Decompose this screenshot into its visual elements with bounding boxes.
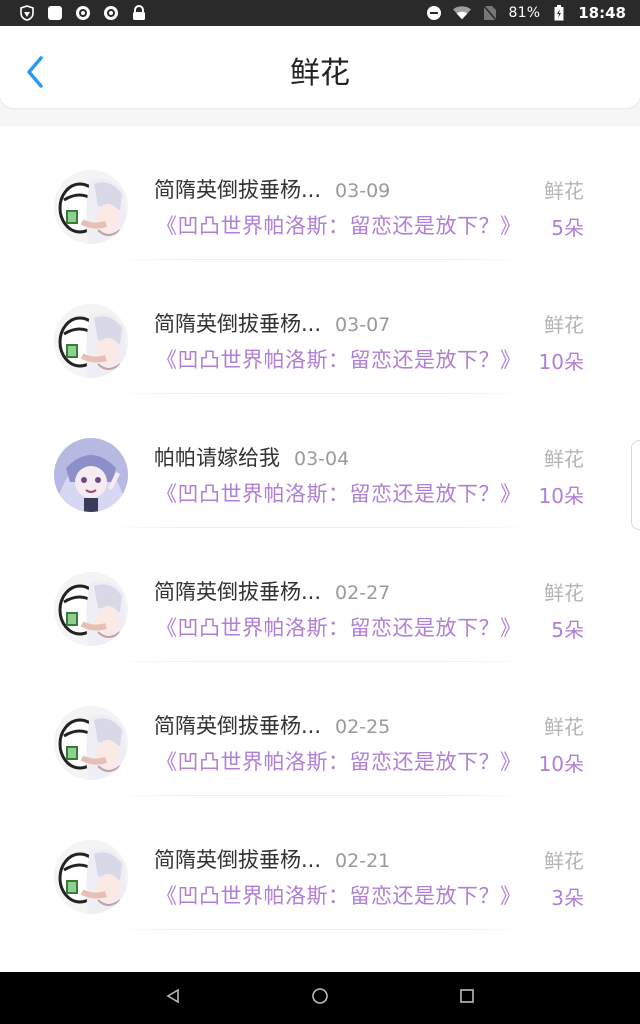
flower-count: 5朵 [551,216,584,240]
status-bar-right: 81% 18:48 [425,4,626,22]
flower-record-list: 简隋英倒拔垂杨... 03-09 鲜花 《凹凸世界帕洛斯：留恋还是放下？》 5朵 简隋英倒… [0,126,640,972]
send-date: 03-04 [294,448,350,470]
work-title-link[interactable]: 《凹凸世界帕洛斯：留恋还是放下？》 [156,612,522,642]
sender-name[interactable]: 简隋英倒拔垂杨... [154,178,321,202]
avatar[interactable] [54,170,128,244]
clock: 18:48 [578,4,626,22]
sender-name[interactable]: 简隋英倒拔垂杨... [154,312,321,336]
flower-count: 5朵 [551,618,584,642]
sender-name[interactable]: 简隋英倒拔垂杨... [154,848,321,872]
do-not-disturb-icon [425,4,443,22]
nav-back-button[interactable] [153,978,193,1018]
status-bar-left [18,4,148,22]
flower-count: 10朵 [538,484,584,508]
list-item[interactable]: 简隋英倒拔垂杨... 03-09 鲜花 《凹凸世界帕洛斯：留恋还是放下？》 5朵 [0,126,640,260]
sender-name[interactable]: 简隋英倒拔垂杨... [154,580,321,604]
avatar[interactable] [54,304,128,378]
flower-count: 10朵 [538,350,584,374]
divider [110,929,530,930]
gift-type: 鲜花 [544,313,584,337]
work-title-link[interactable]: 《凹凸世界帕洛斯：留恋还是放下？》 [156,880,522,910]
send-date: 03-07 [335,314,391,336]
avatar[interactable] [54,706,128,780]
sync-icon [102,4,120,22]
status-bar: 81% 18:48 [0,0,640,26]
wifi-icon [452,4,471,22]
sender-name-line: 简隋英倒拔垂杨... 03-07 [154,308,390,338]
nav-back-icon [165,988,181,1008]
gift-type: 鲜花 [544,715,584,739]
nav-recents-icon [459,988,475,1008]
sync-icon [74,4,92,22]
nav-home-icon [311,987,329,1009]
no-sim-icon [481,4,499,22]
avatar[interactable] [54,438,128,512]
flower-count: 3朵 [551,886,584,910]
list-item[interactable]: 简隋英倒拔垂杨... 02-21 鲜花 《凹凸世界帕洛斯：留恋还是放下？》 3朵 [0,796,640,930]
shield-icon [18,4,36,22]
side-drawer-handle[interactable] [631,440,640,530]
system-nav-bar [0,972,640,1024]
avatar[interactable] [54,840,128,914]
send-date: 02-21 [335,850,391,872]
avatar[interactable] [54,572,128,646]
send-date: 02-25 [335,716,391,738]
send-date: 03-09 [335,180,391,202]
list-item[interactable]: 简隋英倒拔垂杨... 03-07 鲜花 《凹凸世界帕洛斯：留恋还是放下？》 10朵 [0,260,640,394]
battery-percent: 81% [508,5,541,21]
sender-name[interactable]: 简隋英倒拔垂杨... [154,714,321,738]
work-title-link[interactable]: 《凹凸世界帕洛斯：留恋还是放下？》 [156,478,522,508]
sender-name-line: 简隋英倒拔垂杨... 02-27 [154,576,390,606]
flower-count: 10朵 [538,752,584,776]
send-date: 02-27 [335,582,391,604]
sender-name-line: 帕帕请嫁给我 03-04 [154,442,349,472]
list-item[interactable]: 简隋英倒拔垂杨... 02-27 鲜花 《凹凸世界帕洛斯：留恋还是放下？》 5朵 [0,528,640,662]
sender-name[interactable]: 帕帕请嫁给我 [154,446,280,470]
work-title-link[interactable]: 《凹凸世界帕洛斯：留恋还是放下？》 [156,210,522,240]
gift-type: 鲜花 [544,179,584,203]
list-item[interactable]: 简隋英倒拔垂杨... 02-25 鲜花 《凹凸世界帕洛斯：留恋还是放下？》 10朵 [0,662,640,796]
gift-type: 鲜花 [544,849,584,873]
sender-name-line: 简隋英倒拔垂杨... 02-21 [154,844,390,874]
page-title: 鲜花 [290,56,350,91]
sender-name-line: 简隋英倒拔垂杨... 02-25 [154,710,390,740]
sender-name-line: 简隋英倒拔垂杨... 03-09 [154,174,390,204]
app-header: 鲜花 [0,26,640,108]
gift-type: 鲜花 [544,581,584,605]
gift-type: 鲜花 [544,447,584,471]
battery-icon [550,4,568,22]
work-title-link[interactable]: 《凹凸世界帕洛斯：留恋还是放下？》 [156,746,522,776]
work-title-link[interactable]: 《凹凸世界帕洛斯：留恋还是放下？》 [156,344,522,374]
square-icon [46,4,64,22]
nav-home-button[interactable] [300,978,340,1018]
lock-icon [130,4,148,22]
list-item[interactable]: 帕帕请嫁给我 03-04 鲜花 《凹凸世界帕洛斯：留恋还是放下？》 10朵 [0,394,640,528]
nav-recents-button[interactable] [447,978,487,1018]
